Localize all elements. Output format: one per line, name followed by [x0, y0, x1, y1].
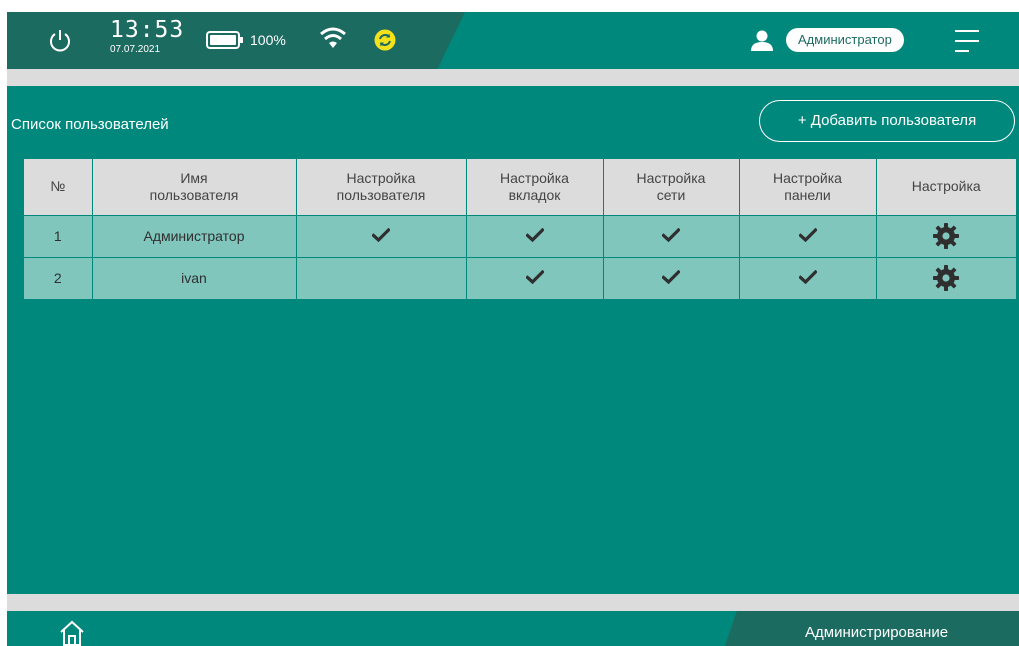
table-row[interactable]: 1 Администратор — [24, 214, 1016, 257]
column-header: Настройка пользователя — [296, 159, 467, 215]
battery-icon — [206, 31, 243, 49]
check-icon — [798, 269, 817, 284]
power-icon[interactable] — [47, 28, 73, 54]
row-settings — [876, 256, 1016, 299]
check-icon — [525, 269, 544, 284]
column-header: № — [24, 159, 93, 215]
check-icon — [662, 227, 680, 242]
row-user-name: Администратор — [92, 214, 297, 257]
table-row[interactable]: 2 ivan — [24, 256, 1016, 299]
gear-icon[interactable] — [932, 222, 960, 250]
add-user-button[interactable]: + Добавить пользователя — [759, 100, 1015, 142]
menu-icon — [955, 30, 979, 32]
clock-date: 07.07.2021 — [110, 44, 161, 55]
permission-tabs — [466, 214, 604, 257]
clock-time: 13:53 — [110, 17, 185, 43]
column-header: Настройка панели — [739, 159, 877, 215]
wifi-icon — [320, 27, 346, 48]
permission-user-settings — [296, 256, 467, 299]
column-header: Настройка — [876, 159, 1016, 215]
check-icon — [372, 227, 390, 242]
check-icon — [798, 227, 817, 242]
table-header-row: № Имя пользователя Настройка пользователя Н… — [24, 159, 1016, 215]
users-table: № Имя пользователя Настройка пользователя Н… — [24, 159, 1016, 299]
user-icon — [751, 30, 773, 51]
check-icon — [525, 227, 544, 242]
page-title: Список пользователей — [11, 116, 169, 133]
permission-tabs — [466, 256, 604, 299]
battery-percent: 100% — [250, 32, 286, 48]
row-number: 2 — [24, 256, 93, 299]
permission-network — [603, 256, 740, 299]
column-header: Настройка сети — [603, 159, 740, 215]
sync-icon[interactable] — [374, 29, 396, 51]
permission-panel — [739, 214, 877, 257]
table-body: 1 Администратор 2 ivan — [24, 214, 1016, 299]
row-user-name: ivan — [92, 256, 297, 299]
check-icon — [662, 269, 680, 284]
current-user-badge[interactable]: Администратор — [786, 28, 904, 52]
gear-icon[interactable] — [932, 264, 960, 292]
permission-user-settings — [296, 214, 467, 257]
column-header: Имя пользователя — [92, 159, 297, 215]
permission-panel — [739, 256, 877, 299]
app-frame: 13:53 07.07.2021 100% Администратор Спис… — [7, 12, 1019, 646]
top-divider — [7, 69, 1019, 86]
home-icon[interactable] — [59, 619, 85, 646]
menu-button[interactable] — [952, 26, 982, 56]
permission-network — [603, 214, 740, 257]
row-settings — [876, 214, 1016, 257]
status-bar: 13:53 07.07.2021 100% Администратор — [7, 12, 1019, 69]
tab-administration[interactable]: Администрирование — [725, 611, 1019, 646]
bottom-divider — [7, 594, 1019, 611]
row-number: 1 — [24, 214, 93, 257]
clock: 13:53 07.07.2021 — [110, 18, 184, 56]
column-header: Настройка вкладок — [466, 159, 604, 215]
